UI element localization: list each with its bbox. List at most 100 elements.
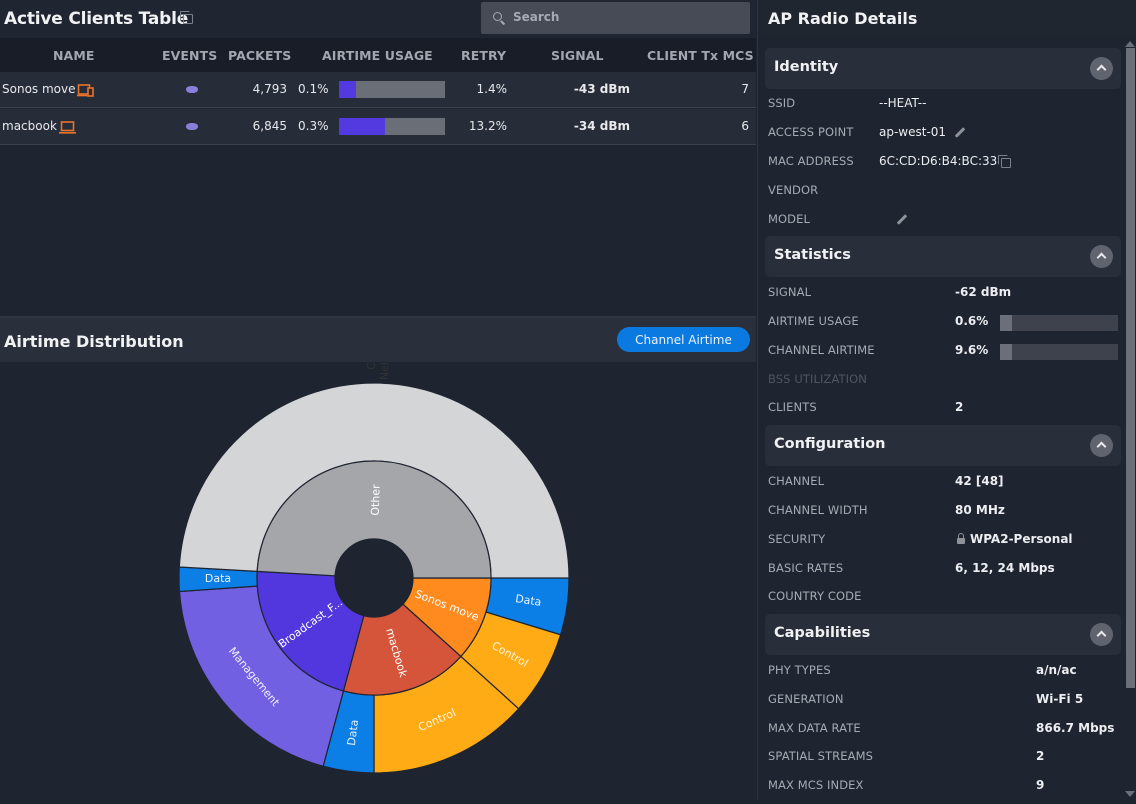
chevron-up-icon[interactable] [1090,57,1113,80]
detail-key: CHANNEL [768,474,825,488]
signal-value: -43 dBm [573,82,630,96]
column-header-client-tx-mcs[interactable]: CLIENT Tx MCS [647,48,754,63]
client-name: macbook [2,119,57,133]
table-column-headers: NAME EVENTS PACKETS AIRTIME USAGE RETRY … [0,38,756,72]
ap-radio-details-pane: AP Radio Details Identity SSID --HEAT-- … [757,0,1136,800]
detail-key: COUNTRY CODE [768,589,862,603]
search-input[interactable]: Search [481,2,750,34]
mcs-value: 6 [741,119,749,133]
clients-table-title: Active Clients Table [4,9,189,29]
detail-key: VENDOR [768,183,819,197]
airtime-sunburst-chart: DataControlControlDataManagementDataCh. … [0,324,756,800]
detail-value: 2 [955,400,964,414]
airtime-distribution-header: Airtime Distribution Channel Airtime [0,318,756,362]
detail-value: --HEAT-- [879,96,927,110]
column-header-name[interactable]: NAME [53,48,95,63]
detail-key: MODEL [768,212,811,226]
table-row[interactable]: Sonos move 4,793 0.1% 1.4% -43 dBm 7 [0,72,756,108]
channel-airtime-bar-fill [1000,344,1012,360]
handshake-icon[interactable] [186,86,198,93]
column-header-retry[interactable]: RETRY [461,48,506,63]
detail-row-channel-width: CHANNEL WIDTH 80 MHz [768,500,1118,520]
detail-row-airtime-usage: AIRTIME USAGE 0.6% [768,311,1118,331]
section-statistics-header[interactable]: Statistics [765,236,1121,277]
detail-key: CHANNEL WIDTH [768,503,868,517]
channel-airtime-bar [1000,344,1118,360]
detail-row-ssid: SSID --HEAT-- [768,93,1118,113]
copy-icon[interactable] [180,11,193,24]
airtime-distribution-title: Airtime Distribution [4,332,184,351]
detail-value: 9 [1036,778,1045,792]
detail-row-channel-airtime: CHANNEL AIRTIME 9.6% [768,340,1118,360]
detail-value: 42 [48] [955,474,1004,488]
chevron-up-icon[interactable] [1090,245,1113,268]
detail-row-security: SECURITY WPA2-Personal [768,529,1118,549]
detail-value: 866.7 Mbps [1036,721,1115,735]
detail-value: WPA2-Personal [970,532,1073,546]
table-row[interactable]: macbook 6,845 0.3% 13.2% -34 dBm 6 [0,109,756,145]
detail-row-phy-types: PHY TYPES a/n/ac [768,660,1118,680]
column-header-events[interactable]: EVENTS [162,48,217,63]
airtime-bar [339,118,445,135]
detail-row-model: MODEL [768,209,1118,229]
detail-value: -62 dBm [955,285,1012,299]
vertical-scrollbar[interactable] [1122,38,1136,800]
detail-value: 9.6% [955,343,989,357]
packets-value: 4,793 [252,82,287,96]
ap-radio-header: AP Radio Details [758,0,1136,38]
copy-icon[interactable] [998,155,1011,168]
ap-radio-title: AP Radio Details [768,9,918,28]
detail-key: SECURITY [768,532,826,546]
lock-icon [957,533,965,544]
scrollbar-thumb[interactable] [1126,48,1135,688]
detail-row-spatial-streams: SPATIAL STREAMS 2 [768,746,1118,766]
detail-row-mac-address: MAC ADDRESS 6C:CD:D6:B4:BC:33 [768,151,1118,171]
outer-label-ch-48-neighbors: Ch. 48Neighbors [365,362,391,380]
detail-row-max-mcs-index: MAX MCS INDEX 9 [768,775,1118,795]
detail-row-generation: GENERATION Wi-Fi 5 [768,689,1118,709]
airtime-bar [339,81,445,98]
detail-key: SSID [768,96,796,110]
detail-value: 6C:CD:D6:B4:BC:33 [879,154,998,168]
pencil-icon[interactable] [954,127,966,138]
pencil-icon[interactable] [896,214,908,225]
sunburst-center-hole [334,538,414,618]
detail-key: MAX DATA RATE [768,721,861,735]
detail-row-basic-rates: BASIC RATES 6, 12, 24 Mbps [768,558,1118,578]
airtime-bar-fill [339,118,385,135]
detail-value: 6, 12, 24 Mbps [955,561,1055,575]
detail-row-vendor: VENDOR [768,180,1118,200]
detail-key: MAX MCS INDEX [768,778,864,792]
search-placeholder: Search [513,10,560,24]
section-capabilities-header[interactable]: Capabilities [765,614,1121,655]
column-header-packets[interactable]: PACKETS [228,48,291,63]
detail-row-country-code: COUNTRY CODE [768,586,1118,606]
scroll-up-arrow-icon[interactable] [1125,41,1135,47]
scroll-down-arrow-icon[interactable] [1125,791,1135,797]
detail-key: CHANNEL AIRTIME [768,343,875,357]
section-identity-header[interactable]: Identity [765,48,1121,89]
detail-key: GENERATION [768,692,844,706]
chevron-up-icon[interactable] [1090,623,1113,646]
chevron-up-icon[interactable] [1090,434,1113,457]
detail-key: BASIC RATES [768,561,844,575]
detail-value: 2 [1036,749,1045,763]
channel-airtime-button[interactable]: Channel Airtime [617,327,750,352]
mcs-value: 7 [741,82,749,96]
detail-value: a/n/ac [1036,663,1077,677]
section-title: Statistics [774,247,851,263]
detail-key: SPATIAL STREAMS [768,749,873,763]
handshake-icon[interactable] [186,123,198,130]
airtime-usage-bar-fill [1000,315,1012,331]
search-icon [493,12,502,21]
detail-key: ACCESS POINT [768,125,854,139]
signal-value: -34 dBm [573,119,630,133]
column-header-airtime-usage[interactable]: AIRTIME USAGE [322,48,433,63]
airtime-pct: 0.3% [298,119,329,133]
detail-value: 80 MHz [955,503,1005,517]
column-header-signal[interactable]: SIGNAL [551,48,604,63]
section-title: Configuration [774,436,886,452]
inner-label-other: Other [369,484,383,516]
section-configuration-header[interactable]: Configuration [765,425,1121,466]
detail-value: ap-west-01 [879,125,947,139]
